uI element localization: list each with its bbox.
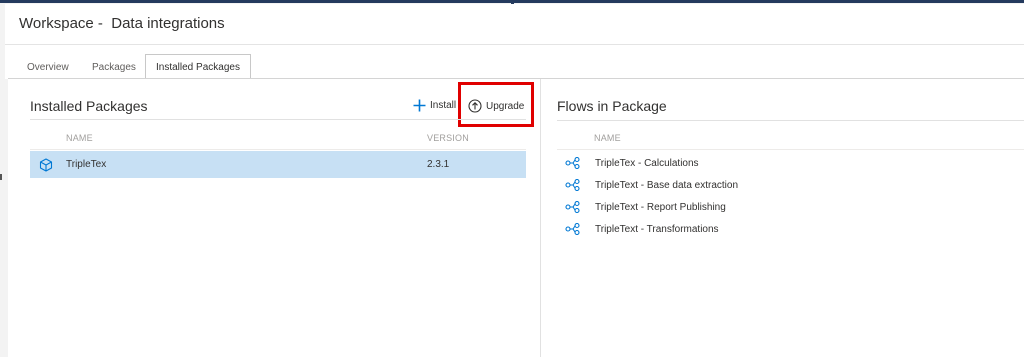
tab-packages[interactable]: Packages bbox=[82, 57, 146, 79]
flow-icon bbox=[565, 157, 581, 169]
package-name: TripleTex bbox=[66, 159, 107, 170]
column-header-version[interactable]: VERSION bbox=[427, 133, 469, 143]
flows-panel: Flows in Package NAME TripleTex - Calcul… bbox=[541, 79, 1024, 357]
flow-name: TripleText - Base data extraction bbox=[595, 179, 739, 191]
flow-name: TripleText - Transformations bbox=[595, 223, 719, 235]
cube-icon bbox=[39, 158, 53, 177]
list-item[interactable]: TripleTex - Calculations bbox=[565, 155, 699, 171]
install-label: Install bbox=[430, 100, 457, 111]
list-item[interactable]: TripleText - Transformations bbox=[565, 221, 719, 237]
title-divider bbox=[30, 119, 526, 120]
package-version: 2.3.1 bbox=[427, 159, 450, 170]
tab-overview[interactable]: Overview bbox=[17, 57, 79, 79]
table-row[interactable]: TripleTex 2.3.1 bbox=[30, 151, 526, 178]
upgrade-highlight-box bbox=[458, 82, 534, 127]
flow-icon bbox=[565, 223, 581, 235]
plus-icon bbox=[413, 99, 426, 112]
flows-column-divider bbox=[557, 149, 1024, 150]
flow-name: TripleTex - Calculations bbox=[595, 157, 699, 169]
install-button[interactable]: Install bbox=[413, 99, 456, 112]
list-item[interactable]: TripleText - Report Publishing bbox=[565, 199, 726, 215]
flow-icon bbox=[565, 179, 581, 191]
installed-packages-title: Installed Packages bbox=[30, 98, 148, 114]
installed-packages-panel: Installed Packages Install Upgrade NAME … bbox=[8, 79, 541, 357]
flows-title: Flows in Package bbox=[557, 98, 667, 114]
tab-bar: Overview Packages Installed Packages bbox=[5, 45, 1024, 80]
tab-installed-packages[interactable]: Installed Packages bbox=[145, 54, 251, 80]
flows-column-header-name[interactable]: NAME bbox=[594, 133, 621, 143]
flow-name: TripleText - Report Publishing bbox=[595, 201, 726, 213]
page-title: Workspace - Data integrations bbox=[19, 15, 225, 32]
flow-icon bbox=[565, 201, 581, 213]
list-item[interactable]: TripleText - Base data extraction bbox=[565, 177, 738, 193]
page-header: Workspace - Data integrations bbox=[5, 4, 1024, 45]
left-edge-marker bbox=[0, 174, 2, 180]
flows-title-divider bbox=[557, 120, 1024, 121]
column-header-divider bbox=[30, 149, 526, 150]
column-header-name[interactable]: NAME bbox=[66, 133, 93, 143]
